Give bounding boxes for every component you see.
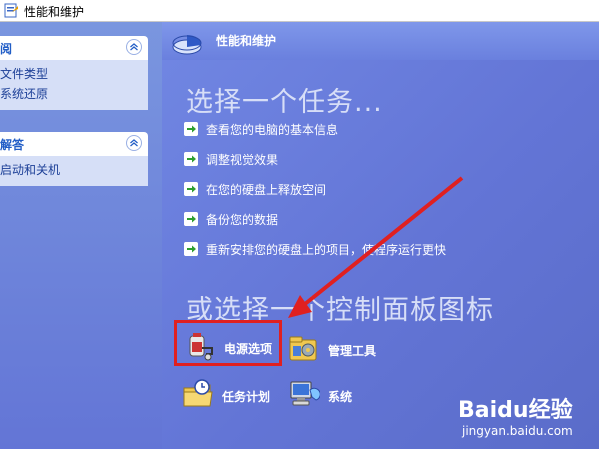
category-title: 性能和维护: [216, 34, 277, 48]
left-pane: 阅 文件类型 系统还原 解答 启动和关机: [0, 22, 162, 449]
category-header: 性能和维护: [162, 22, 599, 60]
highlight-box: [174, 320, 282, 366]
task-label: 查看您的电脑的基本信息: [206, 123, 339, 137]
see-also-panel: 阅 文件类型 系统还原: [0, 36, 148, 110]
baidu-watermark: Baidu经验 jingyan.baidu.com: [456, 388, 596, 446]
green-arrow-icon: [184, 242, 198, 256]
pick-task-heading: 选择一个任务...: [186, 87, 383, 118]
scheduled-tasks-item[interactable]: 任务计划: [182, 378, 282, 412]
window-title: 性能和维护: [24, 5, 85, 19]
link-system-restore[interactable]: 系统还原: [0, 84, 148, 104]
green-arrow-icon: [184, 182, 198, 196]
link-startup-shutdown[interactable]: 启动和关机: [0, 160, 148, 180]
troubleshooters-panel-header[interactable]: 解答: [0, 132, 148, 156]
chevron-up-icon[interactable]: [126, 39, 142, 55]
scheduled-tasks-icon: [183, 379, 213, 407]
panel-title: 解答: [0, 138, 25, 152]
admin-tools-icon: [289, 336, 317, 361]
green-arrow-icon: [184, 152, 198, 166]
green-arrow-icon: [184, 122, 198, 136]
task-label: 重新安排您的硬盘上的项目，使程序运行更快: [206, 243, 447, 257]
task-label: 在您的硬盘上释放空间: [206, 183, 327, 197]
performance-maintenance-icon: [172, 34, 202, 55]
task-label: 备份您的数据: [206, 213, 279, 227]
scheduled-tasks-label: 任务计划: [222, 390, 271, 404]
watermark-url: jingyan.baidu.com: [462, 424, 573, 438]
chevron-up-icon[interactable]: [126, 135, 142, 151]
system-item[interactable]: 系统: [288, 378, 378, 412]
control-panel-icon: [4, 3, 18, 18]
system-icon: [290, 381, 320, 406]
troubleshooters-panel: 解答 启动和关机: [0, 132, 148, 186]
task-label: 调整视觉效果: [206, 153, 279, 167]
title-bar: 性能和维护: [0, 0, 599, 22]
admin-tools-item[interactable]: 管理工具: [288, 332, 398, 366]
troubleshooters-panel-body: 启动和关机: [0, 156, 148, 186]
panel-title: 阅: [0, 42, 13, 56]
admin-tools-label: 管理工具: [328, 344, 377, 358]
link-file-types[interactable]: 文件类型: [0, 64, 148, 84]
see-also-panel-body: 文件类型 系统还原: [0, 60, 148, 110]
system-label: 系统: [328, 390, 353, 404]
main-area: 性能和维护 选择一个任务... 查看您的电脑的基本信息 调整视觉效果 在您的硬盘…: [162, 22, 599, 449]
see-also-panel-header[interactable]: 阅: [0, 36, 148, 60]
green-arrow-icon: [184, 212, 198, 226]
watermark-brand: Baidu经验: [458, 398, 573, 423]
